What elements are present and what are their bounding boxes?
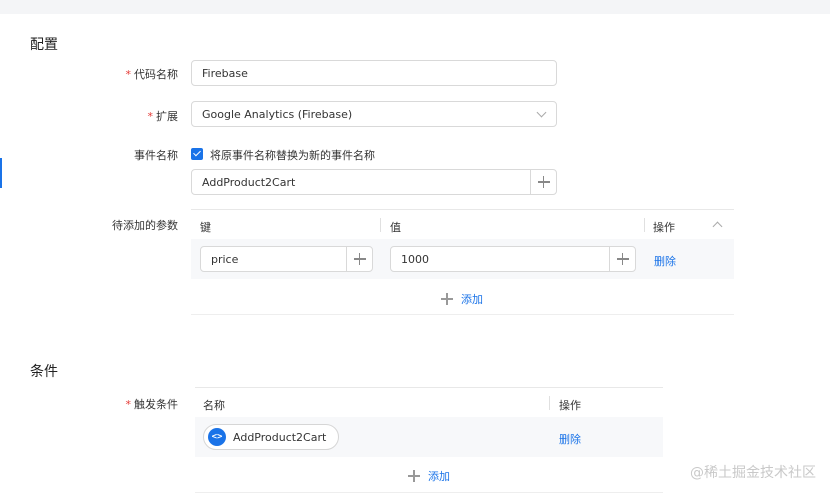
extension-value: Google Analytics (Firebase) bbox=[202, 107, 353, 121]
params-table: 键 值 操作 price 1000 删除 添加 bbox=[191, 209, 734, 315]
param-key-value: price bbox=[211, 252, 239, 266]
left-active-indicator bbox=[0, 158, 2, 188]
params-key-header: 键 bbox=[200, 221, 211, 234]
params-table-header: 键 值 操作 bbox=[191, 209, 734, 239]
param-key-add-button[interactable] bbox=[346, 247, 372, 271]
chevron-up-icon[interactable] bbox=[712, 221, 723, 232]
trigger-table: 名称 操作 <> AddProduct2Cart 删除 添加 bbox=[195, 387, 663, 493]
column-divider bbox=[644, 218, 645, 232]
table-row: <> AddProduct2Cart 删除 bbox=[195, 417, 663, 457]
trigger-name-header: 名称 bbox=[203, 399, 225, 412]
code-brackets-icon: <> bbox=[208, 428, 226, 446]
trigger-table-header: 名称 操作 bbox=[195, 387, 663, 417]
code-name-value: Firebase bbox=[202, 66, 248, 80]
event-name-input[interactable]: AddProduct2Cart bbox=[191, 169, 557, 195]
extension-select[interactable]: Google Analytics (Firebase) bbox=[191, 101, 557, 127]
param-value-input[interactable]: 1000 bbox=[390, 246, 636, 272]
param-key-input[interactable]: price bbox=[200, 246, 373, 272]
add-event-name-button[interactable] bbox=[530, 170, 556, 194]
extension-label: * 扩展 bbox=[147, 110, 179, 123]
code-name-input[interactable]: Firebase bbox=[191, 60, 557, 86]
column-divider bbox=[549, 396, 550, 410]
plus-icon bbox=[616, 253, 629, 265]
add-param-label: 添加 bbox=[461, 293, 483, 306]
divider bbox=[191, 314, 734, 315]
param-value-value: 1000 bbox=[401, 252, 429, 266]
param-value-add-button[interactable] bbox=[609, 247, 635, 271]
top-band bbox=[0, 0, 830, 14]
add-param-button[interactable]: 添加 bbox=[441, 291, 483, 307]
table-row: price 1000 删除 bbox=[191, 239, 734, 279]
conditions-section-title: 条件 bbox=[30, 364, 58, 380]
column-divider bbox=[380, 218, 381, 232]
trigger-label: * 触发条件 bbox=[125, 398, 179, 411]
trigger-delete-link[interactable]: 删除 bbox=[559, 431, 581, 447]
add-trigger-button[interactable]: 添加 bbox=[408, 468, 450, 484]
event-name-label: 事件名称 bbox=[134, 149, 178, 162]
plus-icon bbox=[353, 253, 366, 265]
chevron-down-icon bbox=[536, 107, 547, 118]
add-trigger-label: 添加 bbox=[428, 470, 450, 483]
trigger-chip[interactable]: <> AddProduct2Cart bbox=[203, 424, 340, 450]
config-section-title: 配置 bbox=[30, 37, 58, 53]
replace-event-name-checkbox[interactable] bbox=[191, 148, 203, 160]
plus-icon bbox=[537, 176, 550, 188]
params-value-header: 值 bbox=[390, 221, 401, 234]
trigger-chip-label: AddProduct2Cart bbox=[233, 430, 327, 444]
divider bbox=[195, 492, 663, 493]
plus-icon bbox=[441, 293, 453, 305]
params-action-header: 操作 bbox=[653, 221, 675, 234]
replace-event-name-label: 将原事件名称替换为新的事件名称 bbox=[210, 149, 375, 162]
code-name-label: * 代码名称 bbox=[125, 68, 179, 81]
params-label: 待添加的参数 bbox=[112, 219, 178, 232]
watermark: @稀土掘金技术社区 bbox=[690, 465, 816, 481]
plus-icon bbox=[408, 470, 420, 482]
param-delete-link[interactable]: 删除 bbox=[654, 253, 676, 269]
event-name-value: AddProduct2Cart bbox=[202, 175, 296, 189]
trigger-action-header: 操作 bbox=[559, 399, 581, 412]
